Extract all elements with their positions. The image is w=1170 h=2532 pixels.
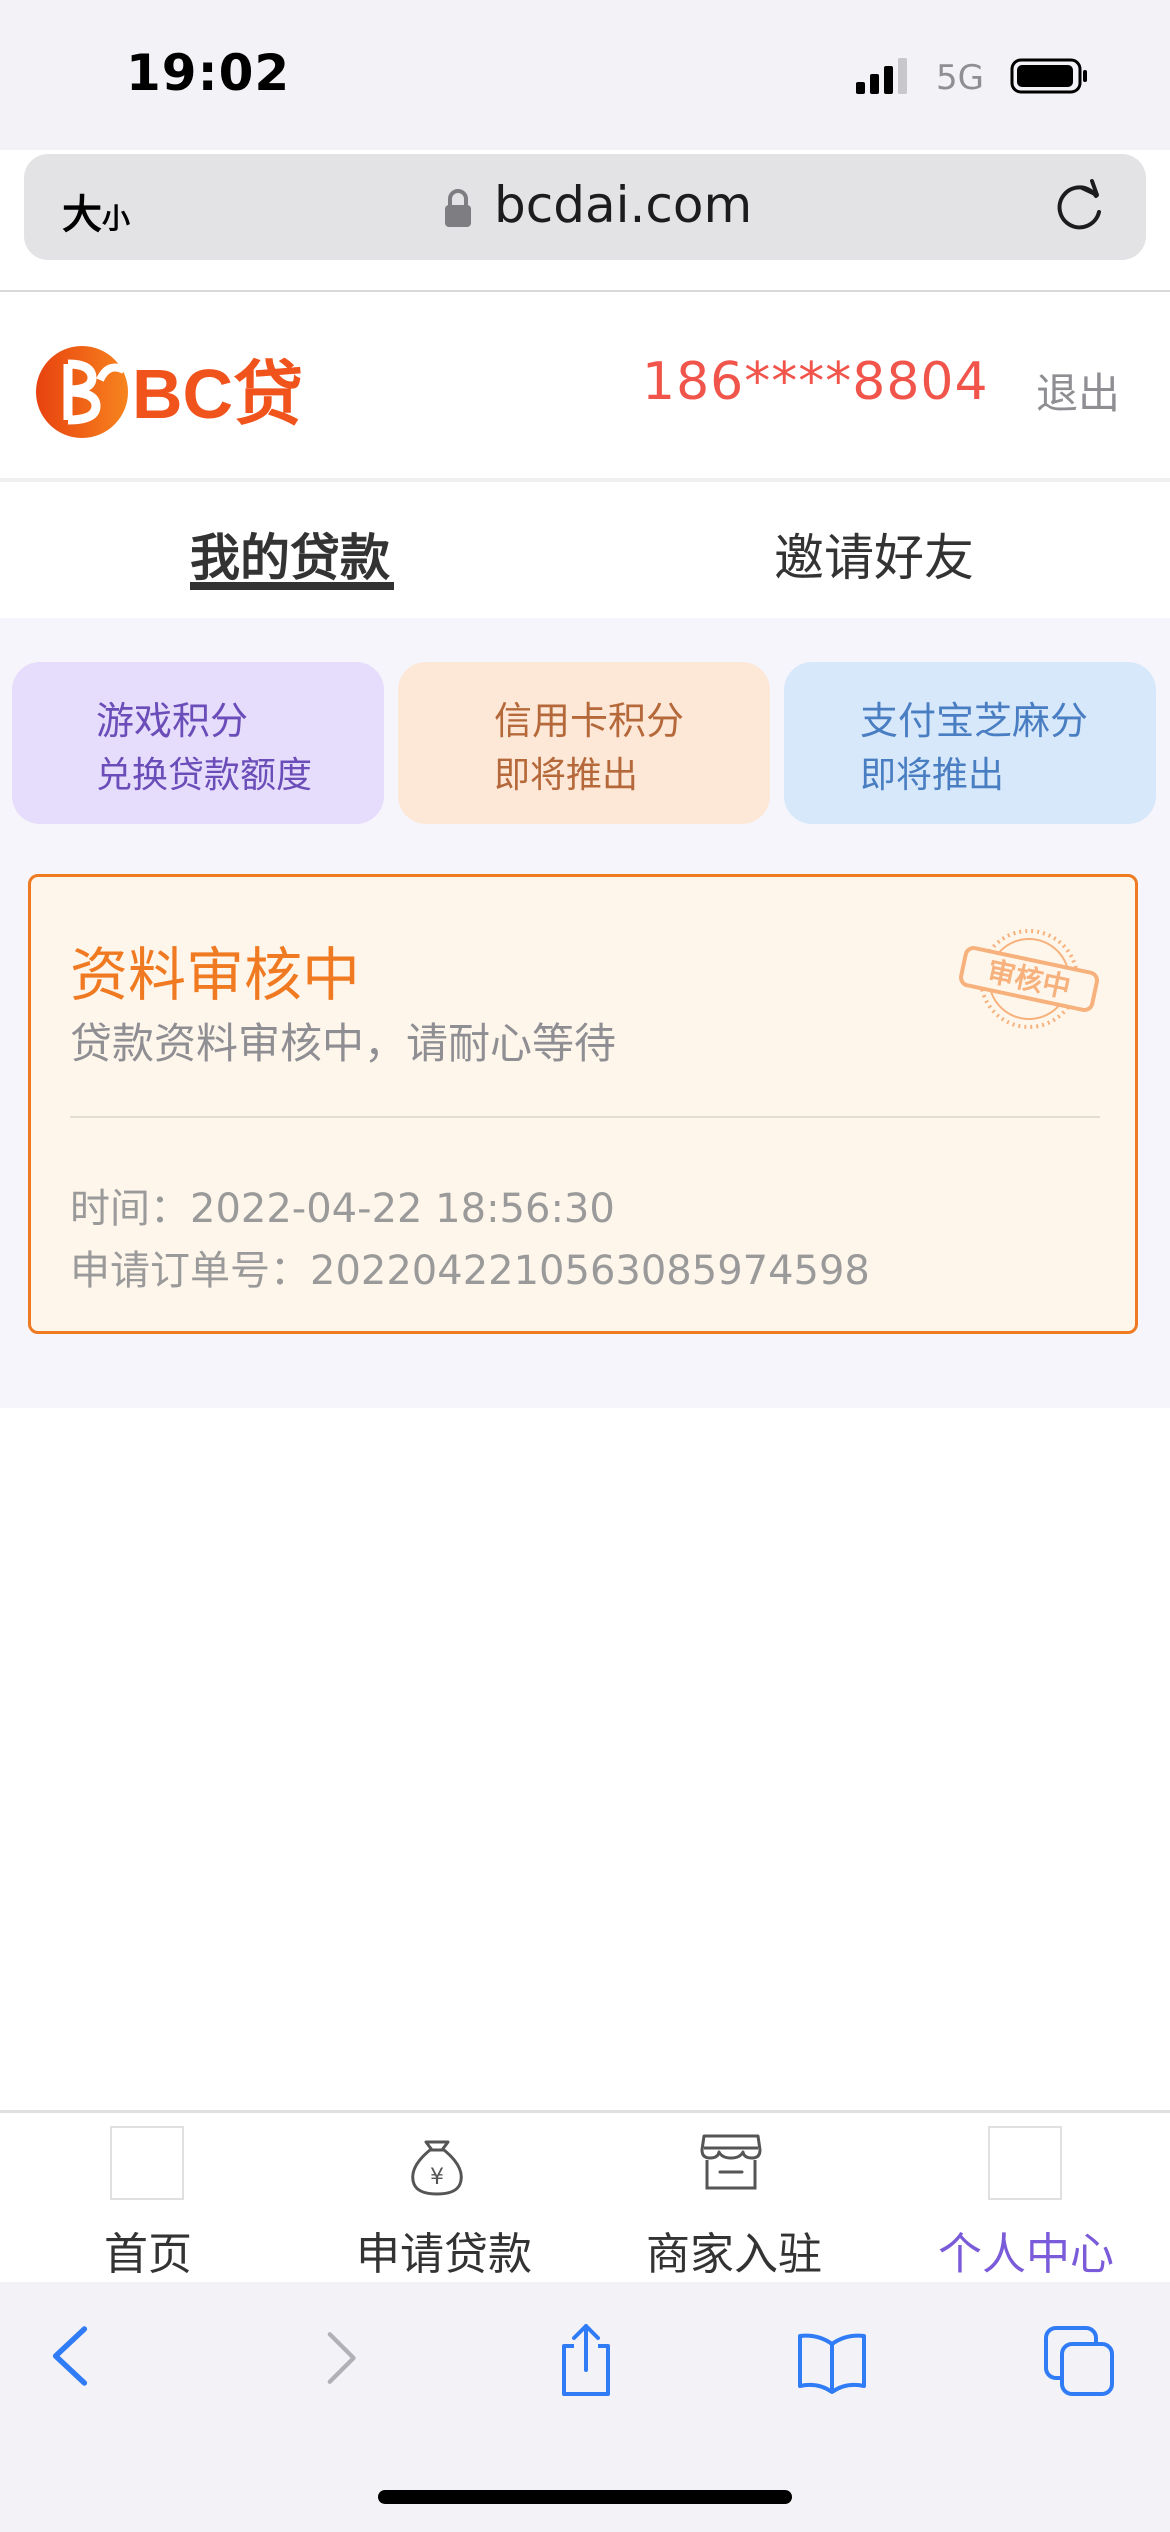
tabs-icon[interactable] xyxy=(1040,2320,1120,2400)
tab-my-loans[interactable]: 我的贷款 xyxy=(190,518,390,590)
nav-personal-center[interactable]: 个人中心 xyxy=(938,2218,1114,2282)
status-card-divider xyxy=(70,1116,1100,1118)
nav-merchant-join[interactable]: 商家入驻 xyxy=(646,2218,822,2282)
text-size-button[interactable]: 大小 xyxy=(62,182,130,240)
order-number-row: 申请订单号：20220422105630859745​98 xyxy=(70,1238,870,1296)
apply-time-label: 时间： xyxy=(70,1186,190,1232)
profile-placeholder-icon[interactable] xyxy=(988,2126,1062,2200)
status-title: 资料审核中 xyxy=(70,941,361,1009)
store-icon[interactable] xyxy=(694,2124,768,2198)
text-size-big: 大 xyxy=(62,192,102,238)
promo-card-alipay-score[interactable]: 支付宝芝麻分 即将推出 xyxy=(784,662,1156,824)
text-size-small: 小 xyxy=(102,202,131,235)
apply-time-row: 时间：2022-04-22 18:56:30 xyxy=(70,1176,615,1234)
order-number-value: 20220422105630859745​98 xyxy=(310,1248,870,1294)
apply-time-value: 2022-04-22 18:56:30 xyxy=(190,1186,615,1232)
promo-card-game-points[interactable]: 游戏积分 兑换贷款额度 xyxy=(12,662,384,824)
home-indicator[interactable] xyxy=(378,2490,792,2504)
share-icon[interactable] xyxy=(546,2320,626,2400)
order-number-label: 申请订单号： xyxy=(70,1248,310,1294)
nav-apply-loan[interactable]: 申请贷款 xyxy=(356,2218,532,2282)
forward-icon[interactable] xyxy=(300,2320,380,2400)
logo-text: BC贷 xyxy=(132,355,303,433)
bc-loan-logo: BC贷 xyxy=(36,346,303,438)
promo-card-subtitle: 兑换贷款额度 xyxy=(96,755,313,796)
svg-text:¥: ¥ xyxy=(430,2165,444,2190)
tab-invite-friends[interactable]: 邀请好友 xyxy=(774,518,974,590)
battery-icon xyxy=(1010,58,1087,94)
promo-card-title: 游戏积分 xyxy=(96,699,249,743)
under-review-stamp-icon: 审核中 xyxy=(959,929,1099,1029)
cellular-signal-icon xyxy=(856,58,907,94)
money-bag-icon[interactable]: ¥ xyxy=(400,2124,474,2198)
network-type: 5G xyxy=(936,58,984,98)
bookmarks-icon[interactable] xyxy=(792,2320,872,2400)
promo-card-credit-card-points[interactable]: 信用卡积分 即将推出 xyxy=(398,662,770,824)
status-time: 19:02 xyxy=(126,44,291,102)
reload-icon[interactable] xyxy=(1052,178,1106,236)
url-domain[interactable]: bcdai.com xyxy=(494,176,752,234)
back-icon[interactable] xyxy=(46,2320,126,2400)
user-phone: 186****8804 xyxy=(642,352,989,412)
promo-card-title: 信用卡积分 xyxy=(494,699,685,743)
promo-card-subtitle: 即将推出 xyxy=(494,755,639,796)
promo-card-subtitle: 即将推出 xyxy=(860,755,1005,796)
status-subtitle: 贷款资料审核中，请耐心等待 xyxy=(70,1019,617,1068)
promo-card-title: 支付宝芝麻分 xyxy=(860,699,1089,743)
active-tab-indicator xyxy=(190,582,394,590)
lock-icon xyxy=(445,189,471,227)
home-placeholder-icon[interactable] xyxy=(110,2126,184,2200)
nav-home[interactable]: 首页 xyxy=(104,2218,192,2282)
logout-button[interactable]: 退出 xyxy=(1036,360,1120,421)
